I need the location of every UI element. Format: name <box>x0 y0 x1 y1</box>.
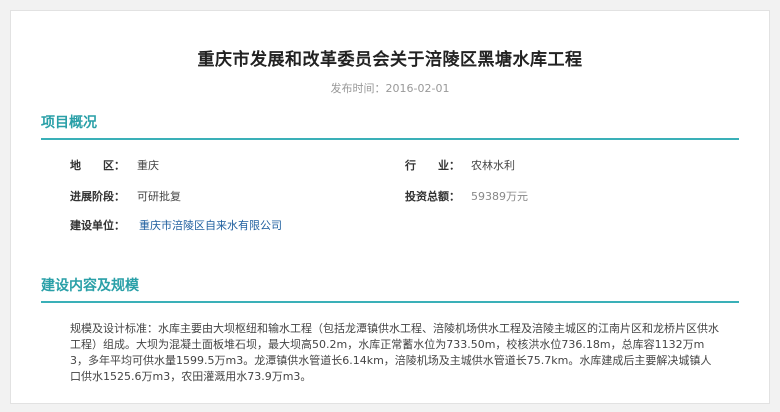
industry-label: 行 业： <box>405 159 460 172</box>
builder-link[interactable]: 重庆市涪陵区自来水有限公司 <box>139 218 282 234</box>
investment-label: 投资总额： <box>405 190 460 203</box>
scope-heading: 建设内容及规模 <box>41 278 139 294</box>
region-value: 重庆 <box>137 159 159 172</box>
info-row-region: 地 区： 重庆 行 业： 农林水利 <box>11 158 769 174</box>
overview-heading: 项目概况 <box>41 115 97 131</box>
region-label: 地 区： <box>70 159 125 172</box>
investment-value: 59389万元 <box>471 190 528 203</box>
stage-label: 进展阶段： <box>70 190 125 203</box>
scope-section-header: 建设内容及规模 <box>41 275 739 303</box>
overview-section-header: 项目概况 <box>41 112 739 140</box>
scope-description: 规模及设计标准：水库主要由大坝枢纽和输水工程（包括龙潭镇供水工程、涪陵机场供水工… <box>70 322 719 383</box>
info-row-builder: 建设单位： 重庆市涪陵区自来水有限公司 <box>11 218 769 234</box>
page-title: 重庆市发展和改革委员会关于涪陵区黑塘水库工程 <box>197 50 583 70</box>
project-detail-panel: 重庆市发展和改革委员会关于涪陵区黑塘水库工程 发布时间：2016-02-01 项… <box>10 10 770 404</box>
industry-value: 农林水利 <box>471 159 515 172</box>
builder-label: 建设单位： <box>70 219 125 232</box>
info-row-stage: 进展阶段： 可研批复 投资总额： 59389万元 <box>11 189 769 205</box>
publish-date: 发布时间：2016-02-01 <box>330 82 450 95</box>
stage-value: 可研批复 <box>137 190 181 203</box>
